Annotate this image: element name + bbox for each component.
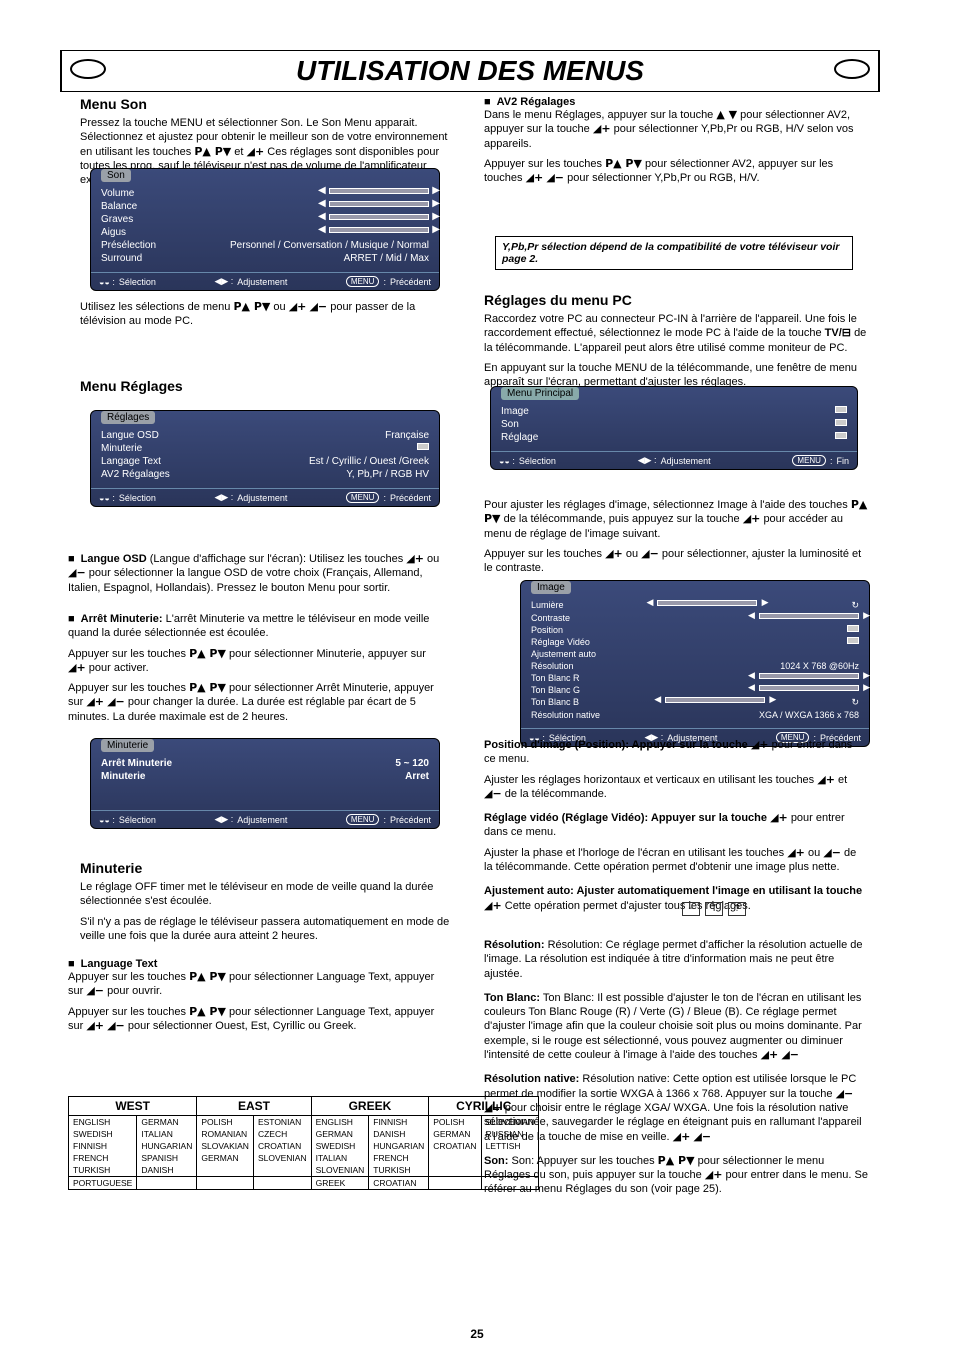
voldn-icon [546, 171, 564, 184]
pupdn-icon [189, 970, 226, 983]
updn-icon [716, 108, 737, 121]
page-number: 25 [0, 1327, 954, 1341]
osd-main-tab: Menu Principal [501, 387, 579, 400]
page-title: UTILISATION DES MENUS [60, 50, 880, 92]
pupdn-icon [194, 145, 231, 158]
osd-main: Menu Principal Image Son Réglage ◒◒ : Sé… [490, 386, 858, 470]
volup-icon [770, 811, 788, 824]
volup-icon [406, 552, 424, 565]
av2-note-box: Y,Pb,Pr sélection dépend de la compatibi… [495, 236, 853, 270]
son-para2: Utilisez les sélections de menu ou pour … [80, 300, 450, 329]
pupdn-icon [189, 681, 226, 694]
pupdn-icon [189, 1005, 226, 1018]
section-langtext: Language Text Appuyer sur les touches po… [68, 958, 448, 1033]
volup-icon [289, 300, 307, 313]
position-para: Position d'image (Position): Appuyer sur… [484, 738, 864, 913]
section-pc: Réglages du menu PC Raccordez votre PC a… [484, 292, 869, 389]
oval-left [70, 59, 106, 79]
voldn-icon [107, 1019, 125, 1032]
voldn-icon [641, 547, 659, 560]
autoadj-icon-a: − [682, 902, 700, 916]
volup-icon [705, 1168, 723, 1181]
section-minuterie2: Minuterie Le réglage OFF timer met le té… [80, 860, 450, 943]
reg-bullet2: Arrêt Minuterie: L'arrêt Minuterie va me… [68, 612, 443, 724]
language-table: WEST EAST GREEK CYRILLIC ENGLISHGERMAN P… [68, 1096, 539, 1190]
voldn-icon [107, 695, 125, 708]
reso-para: Résolution: Résolution: Ce réglage perme… [484, 938, 869, 1197]
tv-input-icon: TV/⊟ [825, 327, 851, 339]
volup-icon [605, 547, 623, 560]
voldn-icon [86, 984, 104, 997]
tiny-icon-row: − T ? [682, 902, 748, 916]
osd-son: Son Volume Balance Graves Aigus Présélec… [90, 168, 440, 291]
volup-icon [86, 1019, 104, 1032]
volup-icon [743, 512, 761, 525]
osd-minuterie: Minuterie Arrêt Minuterie5 ~ 120 Minuter… [90, 738, 440, 829]
heading-pc: Réglages du menu PC [484, 292, 632, 308]
osd-son-tab: Son [101, 169, 131, 182]
volup-icon [787, 846, 805, 859]
volup-icon [86, 695, 104, 708]
voldn-icon [693, 1130, 711, 1143]
autoadj-icon-b: T [705, 902, 723, 916]
pupdn-icon [605, 157, 642, 170]
foot-sel: ◒◒ : Sélection [99, 276, 156, 287]
voldn-icon [836, 1087, 854, 1100]
osd-reglages: Réglages Langue OSDFrançaise Minuterie L… [90, 410, 440, 507]
volup-icon [484, 899, 502, 912]
enter-dot-icon [417, 443, 429, 450]
reg-bullet1: Langue OSD (Langue d'affichage sur l'écr… [68, 552, 443, 595]
bar [329, 188, 429, 194]
volup-icon [817, 773, 835, 786]
volup-icon [673, 1130, 691, 1143]
volup-icon [484, 1101, 502, 1114]
bullet-icon: Langue OSD [68, 553, 147, 565]
bullet-icon: AV2 Régalages [484, 96, 575, 108]
volup-icon [751, 738, 769, 751]
osd-image-tab: Image [531, 581, 571, 594]
foot-prev: MENU : Précédent [346, 276, 431, 287]
bullet-icon: Language Text [68, 958, 157, 970]
section-reglages: Menu Réglages [80, 378, 450, 398]
osd-image: Image Lumière↻ Contraste Position Réglag… [520, 580, 870, 747]
page-title-text: UTILISATION DES MENUS [296, 55, 644, 86]
osd-reg-tab: Réglages [101, 411, 155, 424]
voldn-icon [781, 1048, 799, 1061]
section-av2: AV2 Régalages Dans le menu Réglages, app… [484, 96, 869, 185]
autoadj-icon-c: ? [728, 902, 746, 916]
voldn-icon [823, 846, 841, 859]
bullet-icon: Arrêt Minuterie: [68, 613, 163, 625]
image-para: Pour ajuster les réglages d'image, sélec… [484, 498, 869, 575]
voldn-icon [484, 787, 502, 800]
oval-right [834, 59, 870, 79]
osd-min-tab: Minuterie [101, 739, 154, 752]
heading-reglages: Menu Réglages [80, 378, 183, 394]
pupdn-icon [189, 647, 226, 660]
pupdn-icon [658, 1154, 695, 1167]
heading-minuterie: Minuterie [80, 860, 142, 876]
volup-icon [68, 661, 86, 674]
pupdn-icon [233, 300, 270, 313]
voldn-icon [68, 566, 86, 579]
voldn-icon [309, 300, 327, 313]
enter-dot-icon [835, 406, 847, 413]
heading-son: Menu Son [80, 96, 147, 112]
volup-icon [593, 122, 611, 135]
volup-icon [526, 171, 544, 184]
volup-icon [247, 145, 265, 158]
foot-adj: ◀▶ : Adjustement [214, 276, 287, 287]
volup-icon [761, 1048, 779, 1061]
